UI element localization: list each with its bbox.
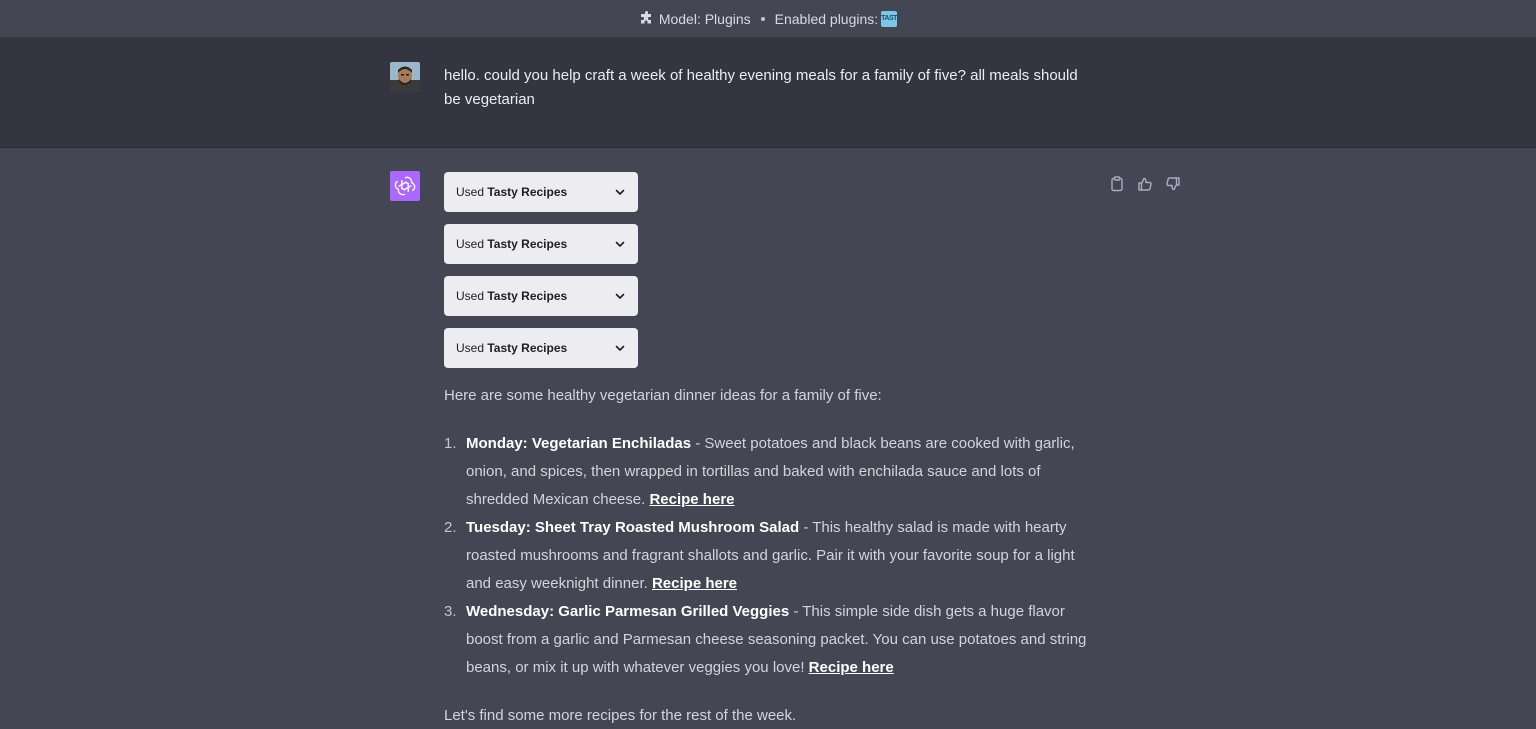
recipe-link[interactable]: Recipe here [652,575,737,592]
plugin-usage-label: Used Tasty Recipes [456,289,568,303]
list-item: 1. Monday: Vegetarian Enchiladas - Sweet… [444,430,1094,514]
list-item: 2. Tuesday: Sheet Tray Roasted Mushroom … [444,514,1094,598]
response-outro: Let's find some more recipes for the res… [444,707,797,724]
copy-button[interactable] [1108,175,1126,193]
meal-title: Tuesday: Sheet Tray Roasted Mushroom Sal… [466,519,800,536]
chevron-down-icon [615,345,625,351]
list-number: 3. [444,603,457,620]
chat-window: Model: Plugins Enabled plugins: TASTY he… [0,0,1536,729]
plugin-usage-toggle[interactable]: Used Tasty Recipes [444,328,638,368]
thumbs-down-icon [1166,177,1180,191]
puzzle-icon [639,10,655,27]
chevron-down-icon [615,189,625,195]
user-message-text: hello. could you help craft a week of he… [444,67,1078,108]
recipe-link[interactable]: Recipe here [809,659,894,676]
plugin-usage-label: Used Tasty Recipes [456,341,568,355]
chevron-down-icon [615,241,625,247]
model-header: Model: Plugins Enabled plugins: TASTY [0,0,1536,38]
list-item: 3. Wednesday: Garlic Parmesan Grilled Ve… [444,598,1094,682]
user-message-row: hello. could you help craft a week of he… [0,38,1536,148]
plugin-usage-toggle[interactable]: Used Tasty Recipes [444,172,638,212]
assistant-response: Here are some healthy vegetarian dinner … [444,382,1094,729]
assistant-avatar [390,171,420,201]
message-actions [1108,175,1188,193]
thumbs-up-icon [1138,177,1152,191]
separator-dot [760,16,765,21]
plugin-usage-label: Used Tasty Recipes [456,185,568,199]
list-number: 1. [444,435,457,452]
list-number: 2. [444,519,457,536]
user-avatar [390,62,420,92]
clipboard-icon [1111,176,1123,192]
enabled-plugins-label: Enabled plugins: [774,10,879,27]
meal-title: Wednesday: Garlic Parmesan Grilled Veggi… [466,603,790,620]
chevron-down-icon [615,293,625,299]
model-label: Model: Plugins [658,10,751,27]
thumbs-down-button[interactable] [1164,175,1182,193]
response-intro: Here are some healthy vegetarian dinner … [444,387,882,404]
meal-list: 1. Monday: Vegetarian Enchiladas - Sweet… [444,430,1094,682]
plugin-usage-toggle[interactable]: Used Tasty Recipes [444,276,638,316]
meal-title: Monday: Vegetarian Enchiladas [466,435,692,452]
thumbs-up-button[interactable] [1136,175,1154,193]
openai-logo-icon [394,176,416,196]
plugin-usage-toggle[interactable]: Used Tasty Recipes [444,224,638,264]
plugin-usage-label: Used Tasty Recipes [456,237,568,251]
tasty-plugin-logo-icon: TASTY [881,10,902,27]
recipe-link[interactable]: Recipe here [649,491,734,508]
